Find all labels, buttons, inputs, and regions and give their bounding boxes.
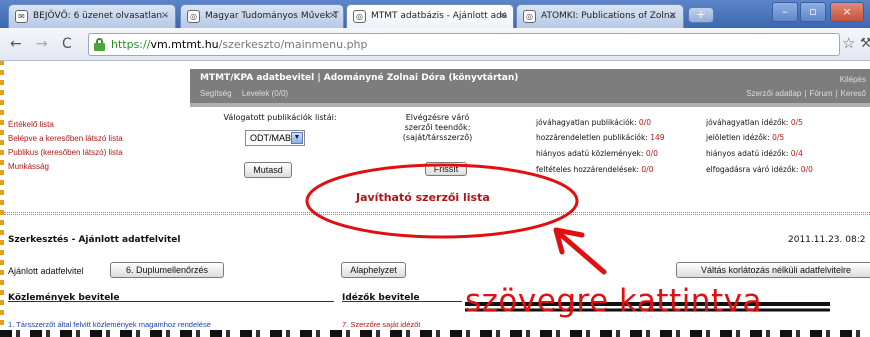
close-icon[interactable]: × (329, 10, 337, 21)
help-link[interactable]: Segítség (200, 89, 232, 98)
annotation-text: szövegre kattintva (465, 283, 762, 319)
new-tab-button[interactable]: + (688, 7, 714, 23)
switch-unrestricted-entry-button[interactable]: Váltás korlátozás nélküli adatfelvitelre (676, 262, 870, 278)
selected-list-value: ODT/MAB (250, 133, 292, 143)
tab-label: Magyar Tudományos Művek T (205, 11, 339, 21)
stat-value[interactable]: 0/0 (646, 149, 658, 158)
sidebar-item-evaluation-list[interactable]: Értékelő lista (8, 118, 123, 132)
app-title: MTMT/KPA adatbevitel | Adományné Zolnai … (200, 73, 519, 83)
minimize-window-icon[interactable]: – (772, 2, 798, 22)
logout-link[interactable]: Kilépés (840, 75, 866, 84)
search-link[interactable]: Kereső (841, 89, 866, 98)
sidebar-item-public-list[interactable]: Publikus (keresőben látszó) lista (8, 146, 123, 160)
address-bar[interactable]: https://vm.mtmt.hu/szerkeszto/mainmenu.p… (88, 33, 840, 56)
author-profile-link[interactable]: Szerzői adatlap (746, 89, 801, 98)
stat-unmarked-citations: jelöletlen idézők: 0/5 (706, 133, 785, 142)
stat-incomplete-publications: hiányos adatú közlemények: 0/0 (536, 149, 658, 158)
tab-atomki[interactable]: ◎ ATOMKI: Publications of Zolna × (516, 4, 684, 28)
tab-label: MTMT adatbázis - Ajánlott ada (371, 11, 508, 21)
correctable-author-list-link[interactable]: Javítható szerzői lista (356, 191, 490, 204)
stat-conditional-assignments: feltételes hozzárendelések: 0/0 (536, 165, 654, 174)
stat-pending-citations: elfogadásra váró idézők: 0/0 (706, 165, 813, 174)
section-title: Szerkesztés - Ajánlott adatfelvitel (8, 235, 181, 245)
lock-icon (94, 38, 105, 51)
section-divider (4, 212, 870, 215)
page-icon: ◎ (523, 10, 536, 23)
bookmark-star-icon[interactable]: ☆ (842, 34, 855, 52)
forum-link[interactable]: Fórum (809, 89, 832, 98)
reload-icon[interactable]: C (62, 36, 72, 52)
recommended-entry-label: Ajánlott adatfelvitel (8, 266, 84, 276)
stat-value[interactable]: 0/4 (791, 149, 803, 158)
back-arrow-icon[interactable]: ← (10, 36, 22, 52)
publications-title-rule (8, 301, 334, 302)
citation-entry-link[interactable]: 7. Szerzőre saját idézőt (342, 320, 420, 329)
duplicate-check-button[interactable]: 6. Duplumellenőrzés (110, 262, 224, 278)
annotation-arrow-shaft (557, 231, 607, 275)
header-right-links: Szerzői adatlap | Fórum | Kereső (746, 89, 866, 98)
browser-toolbar: ← → C https://vm.mtmt.hu/szerkeszto/main… (0, 28, 870, 61)
stat-incomplete-citations: hiányos adatú idézők: 0/4 (706, 149, 803, 158)
tab-mtmt-database[interactable]: ◎ MTMT adatbázis - Ajánlott ada × (346, 4, 514, 28)
close-window-icon[interactable]: × (830, 2, 864, 22)
citations-title-rule (342, 301, 462, 302)
stat-value[interactable]: 0/5 (791, 118, 803, 127)
page-icon: ◎ (353, 10, 366, 23)
publication-lists-title: Válogatott publikációk listái: (223, 113, 337, 122)
stat-value[interactable]: 0/5 (772, 133, 784, 142)
url-text: https://vm.mtmt.hu/szerkeszto/mainmenu.p… (111, 38, 368, 51)
tab-label: BEJÖVŐ: 6 üzenet olvasatlan - (33, 11, 169, 21)
reset-button[interactable]: Alaphelyzet (341, 262, 406, 278)
stat-unapproved-publications: jóváhagyatlan publikációk: 0/0 (536, 118, 651, 127)
datetime: 2011.11.23. 08:2 (788, 235, 866, 245)
mail-icon: ✉ (15, 10, 28, 23)
forward-arrow-icon[interactable]: → (36, 36, 48, 52)
stat-value[interactable]: 149 (650, 133, 664, 142)
show-button[interactable]: Mutasd (244, 162, 292, 178)
messages-link[interactable]: Levelek (0/0) (242, 89, 288, 98)
refresh-button[interactable]: Frissít (425, 162, 467, 176)
stat-unassigned-publications: hozzárendeletlen publikációk: 149 (536, 133, 665, 142)
browser-tab-strip: ✉ BEJÖVŐ: 6 üzenet olvasatlan - × ◎ Magy… (0, 0, 870, 28)
wrench-icon[interactable]: ⚒ (860, 36, 870, 51)
sidebar-links: Értékelő lista Belépve a keresőben látsz… (8, 118, 123, 174)
close-icon[interactable]: × (161, 10, 169, 21)
app-header: MTMT/KPA adatbevitel | Adományné Zolnai … (190, 69, 870, 103)
stat-value[interactable]: 0/0 (641, 165, 653, 174)
publication-list-select[interactable]: ODT/MAB ▼ (245, 130, 305, 146)
stat-unapproved-citations: jóváhagyatlan idézők: 0/5 (706, 118, 803, 127)
pending-tasks-title: Elvégzésre váró szerzői teendők: (saját/… (402, 113, 473, 142)
page-icon: ◎ (187, 10, 200, 23)
tab-mtmt-works[interactable]: ◎ Magyar Tudományos Művek T × (180, 4, 344, 28)
publication-entry-link[interactable]: 1. Társszerzőt által felvitt közlemények… (8, 320, 211, 329)
maximize-window-icon[interactable]: ▫ (800, 2, 826, 22)
annotation-arrow-head (553, 227, 585, 255)
sidebar-item-works[interactable]: Munkásság (8, 160, 123, 174)
stat-value[interactable]: 0/0 (801, 165, 813, 174)
chevron-down-icon[interactable]: ▼ (291, 132, 303, 144)
close-icon[interactable]: × (669, 10, 677, 21)
bottom-scan-artifacts (0, 330, 870, 337)
sidebar-item-logged-in-list[interactable]: Belépve a keresőben látszó lista (8, 132, 123, 146)
close-icon[interactable]: × (499, 10, 507, 21)
header-links: Segítség Levelek (0/0) (200, 89, 296, 98)
tab-label: ATOMKI: Publications of Zolna (541, 11, 676, 21)
header-strip (190, 103, 870, 107)
tab-mail[interactable]: ✉ BEJÖVŐ: 6 üzenet olvasatlan - × (8, 4, 176, 28)
stat-value[interactable]: 0/0 (639, 118, 651, 127)
